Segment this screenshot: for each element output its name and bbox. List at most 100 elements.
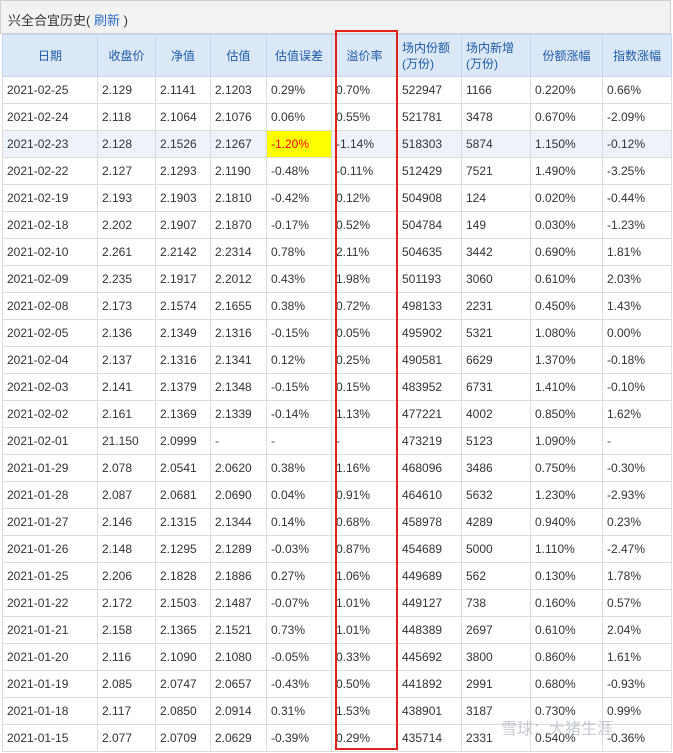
table-row[interactable]: 2021-02-22 2.127 2.1293 2.1190 -0.48% -0.11% 5…: [2, 157, 672, 185]
column-header[interactable]: 收盘价: [97, 34, 156, 77]
table-row[interactable]: 2021-01-26 2.148 2.1295 2.1289 -0.03% 0.87% 45…: [2, 535, 672, 563]
table-cell: 2.1076: [210, 103, 267, 131]
table-row[interactable]: 2021-01-20 2.116 2.1090 2.1080 -0.05% 0.33% 44…: [2, 643, 672, 671]
table-row[interactable]: 2021-02-02 2.161 2.1369 2.1339 -0.14% 1.13% 47…: [2, 400, 672, 428]
table-cell: 501193: [397, 265, 462, 293]
table-cell: 5632: [461, 481, 531, 509]
table-cell: 21.150: [97, 427, 156, 455]
table-cell: 2.1316: [210, 319, 267, 347]
table-cell: 0.55%: [331, 103, 398, 131]
table-row[interactable]: 2021-02-25 2.129 2.1141 2.1203 0.29% 0.70% 522…: [2, 76, 672, 104]
table-cell: 2697: [461, 616, 531, 644]
table-cell: 2.1907: [155, 211, 211, 239]
table-cell: 2021-02-09: [2, 265, 98, 293]
table-row[interactable]: 2021-01-29 2.078 2.0541 2.0620 0.38% 1.16% 468…: [2, 454, 672, 482]
table-row[interactable]: 2021-01-27 2.146 2.1315 2.1344 0.14% 0.68% 458…: [2, 508, 672, 536]
table-row[interactable]: 2021-01-22 2.172 2.1503 2.1487 -0.07% 1.01% 44…: [2, 589, 672, 617]
table-cell: 1.090%: [530, 427, 603, 455]
table-cell: 2021-01-28: [2, 481, 98, 509]
table-cell: 2.04%: [602, 616, 672, 644]
table-cell: 2021-02-25: [2, 76, 98, 104]
table-cell: 2021-01-29: [2, 454, 98, 482]
table-cell: 0.020%: [530, 184, 603, 212]
history-table: 日期 收盘价 净值 估值 估值误差 溢价率 场内份额 (万份) 场内新增 (万份) 份额涨幅 指数…: [2, 34, 672, 752]
table-cell: 2.1348: [210, 373, 267, 401]
table-row[interactable]: 2021-02-04 2.137 2.1316 2.1341 0.12% 0.25% 490…: [2, 346, 672, 374]
table-cell: -0.42%: [266, 184, 332, 212]
table-cell: 2.1141: [155, 76, 211, 104]
table-row[interactable]: 2021-02-23 2.128 2.1526 2.1267 -1.20% -1.14% 5…: [2, 130, 672, 158]
table-cell: 2.148: [97, 535, 156, 563]
table-cell: 0.50%: [331, 670, 398, 698]
table-cell: 2021-02-22: [2, 157, 98, 185]
table-cell: 4002: [461, 400, 531, 428]
table-cell: 2.137: [97, 346, 156, 374]
table-cell: 2.1655: [210, 292, 267, 320]
table-cell: 0.750%: [530, 454, 603, 482]
table-cell: 2.085: [97, 670, 156, 698]
table-cell: 2.0747: [155, 670, 211, 698]
table-cell: 483952: [397, 373, 462, 401]
table-row[interactable]: 2021-02-09 2.235 2.1917 2.2012 0.43% 1.98% 501…: [2, 265, 672, 293]
table-cell: 2.193: [97, 184, 156, 212]
table-cell: 2.2142: [155, 238, 211, 266]
table-cell: 5321: [461, 319, 531, 347]
table-cell: 464610: [397, 481, 462, 509]
table-row[interactable]: 2021-01-21 2.158 2.1365 2.1521 0.73% 1.01% 448…: [2, 616, 672, 644]
table-row[interactable]: 2021-02-08 2.173 2.1574 2.1655 0.38% 0.72% 498…: [2, 292, 672, 320]
table-cell: 1.150%: [530, 130, 603, 158]
refresh-link[interactable]: 刷新: [94, 13, 120, 28]
table-cell: 2021-02-05: [2, 319, 98, 347]
table-row[interactable]: 2021-02-24 2.118 2.1064 2.1076 0.06% 0.55% 521…: [2, 103, 672, 131]
table-cell: -: [602, 427, 672, 455]
table-cell: 0.91%: [331, 481, 398, 509]
table-header-row: 日期 收盘价 净值 估值 估值误差 溢价率 场内份额 (万份) 场内新增 (万份) 份额涨幅 指数…: [2, 34, 672, 77]
table-row[interactable]: 2021-02-01 21.150 2.0999- - -473219 5123 1.090…: [2, 427, 672, 455]
table-row[interactable]: 2021-01-28 2.087 2.0681 2.0690 0.04% 0.91% 464…: [2, 481, 672, 509]
table-row[interactable]: 2021-02-18 2.202 2.1907 2.1870 -0.17% 0.52% 50…: [2, 211, 672, 239]
table-cell: 2021-01-27: [2, 508, 98, 536]
table-cell: 2021-02-19: [2, 184, 98, 212]
column-header[interactable]: 日期: [2, 34, 98, 77]
table-row[interactable]: 2021-02-19 2.193 2.1903 2.1810 -0.42% 0.12% 50…: [2, 184, 672, 212]
table-cell: 0.38%: [266, 292, 332, 320]
column-header[interactable]: 估值误差: [266, 34, 332, 77]
table-row[interactable]: 2021-01-19 2.085 2.0747 2.0657 -0.43% 0.50% 44…: [2, 670, 672, 698]
table-cell: -0.12%: [602, 130, 672, 158]
table-row[interactable]: 2021-01-25 2.206 2.1828 2.1886 0.27% 1.06% 449…: [2, 562, 672, 590]
table-cell: -0.39%: [266, 724, 332, 752]
table-cell: 0.00%: [602, 319, 672, 347]
table-row[interactable]: 2021-02-03 2.141 2.1379 2.1348 -0.15% 0.15% 48…: [2, 373, 672, 401]
table-cell: -0.05%: [266, 643, 332, 671]
table-cell: 2.1379: [155, 373, 211, 401]
table-cell: 2.1810: [210, 184, 267, 212]
column-header[interactable]: 净值: [155, 34, 211, 77]
table-cell: 0.14%: [266, 508, 332, 536]
column-header[interactable]: 场内份额 (万份): [397, 34, 462, 77]
column-header[interactable]: 溢价率: [331, 34, 398, 77]
table-row[interactable]: 2021-02-05 2.136 2.1349 2.1316 -0.15% 0.05% 49…: [2, 319, 672, 347]
table-cell: 2.136: [97, 319, 156, 347]
watermark: 雪球：大猪生涯: [500, 721, 613, 738]
table-cell: 1.490%: [530, 157, 603, 185]
table-body: 2021-02-25 2.129 2.1141 2.1203 0.29% 0.70% 522…: [2, 76, 672, 752]
table-cell: 0.940%: [530, 508, 603, 536]
table-cell: 0.23%: [602, 508, 672, 536]
column-header[interactable]: 指数涨幅: [602, 34, 672, 77]
table-cell: 0.66%: [602, 76, 672, 104]
column-header[interactable]: 份额涨幅: [530, 34, 603, 77]
table-row[interactable]: 2021-02-10 2.261 2.2142 2.2314 0.78% 2.11% 504…: [2, 238, 672, 266]
table-cell: 0.610%: [530, 616, 603, 644]
table-cell: 1166: [461, 76, 531, 104]
table-cell: -1.14%: [331, 130, 398, 158]
table-cell: 2021-02-02: [2, 400, 98, 428]
table-cell: -0.44%: [602, 184, 672, 212]
column-header[interactable]: 估值: [210, 34, 267, 77]
table-cell: 2.1365: [155, 616, 211, 644]
table-cell: 738: [461, 589, 531, 617]
column-header[interactable]: 场内新增 (万份): [461, 34, 531, 77]
table-cell: 1.080%: [530, 319, 603, 347]
table-cell: 4289: [461, 508, 531, 536]
table-cell: 454689: [397, 535, 462, 563]
table-cell: 2.1828: [155, 562, 211, 590]
